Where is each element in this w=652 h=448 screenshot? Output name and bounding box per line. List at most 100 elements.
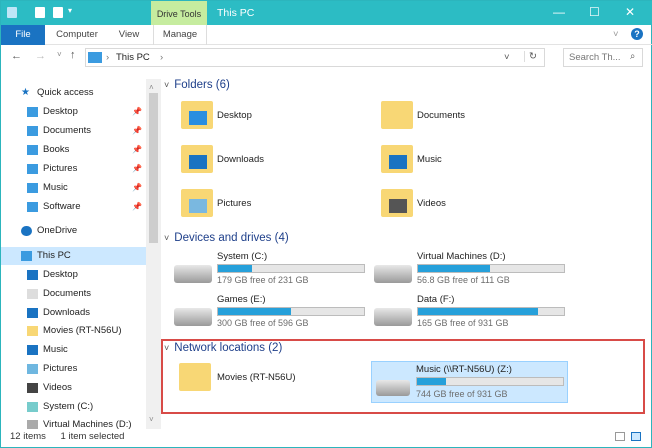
folder-item[interactable]: Downloads <box>181 141 371 181</box>
sidebar-item-quick[interactable]: Documents 📌 <box>1 122 146 140</box>
customize-qat-icon[interactable]: ▾ <box>68 6 72 15</box>
pin-icon[interactable]: 📌 <box>132 198 142 216</box>
drive-usage-bar <box>417 264 565 273</box>
sidebar-item-onedrive[interactable]: OneDrive <box>1 222 146 240</box>
new-folder-icon[interactable] <box>53 7 63 18</box>
hard-drive-icon <box>374 308 412 326</box>
folder-item[interactable]: Pictures <box>181 185 371 225</box>
devices-group-header[interactable]: ˅ Devices and drives (4) <box>164 232 289 248</box>
folders-group-header[interactable]: ˅ Folders (6) <box>164 79 230 95</box>
details-view-icon[interactable] <box>615 432 625 441</box>
drive-item[interactable]: Data (F:) 165 GB free of 931 GB <box>374 294 574 328</box>
sidebar-item-quick[interactable]: Software 📌 <box>1 198 146 216</box>
sidebar-item-label: Virtual Machines (D:) <box>43 419 132 429</box>
close-button[interactable]: ✕ <box>625 5 635 19</box>
item-label: Movies (RT-N56U) <box>217 372 296 383</box>
address-input[interactable]: › This PC › ˅ ↻ <box>85 48 545 67</box>
pin-icon[interactable]: 📌 <box>132 179 142 197</box>
forward-button[interactable]: → <box>35 50 46 62</box>
sidebar-item-label: Software <box>43 201 81 212</box>
tab-file[interactable]: File <box>1 25 45 45</box>
sidebar-item-label: Books <box>43 144 70 155</box>
drive-free-space: 56.8 GB free of 111 GB <box>417 275 510 285</box>
folder-item[interactable]: Documents <box>381 97 571 137</box>
drive-free-space: 165 GB free of 931 GB <box>417 318 509 328</box>
sidebar-item-quick[interactable]: Pictures 📌 <box>1 160 146 178</box>
sidebar-item-pc[interactable]: Videos <box>1 379 146 397</box>
sidebar-item-pc[interactable]: Pictures <box>1 360 146 378</box>
cloud-icon <box>21 226 32 236</box>
network-group-header[interactable]: ˅ Network locations (2) <box>164 342 282 358</box>
maximize-button[interactable]: ☐ <box>589 5 600 19</box>
drive-name: Games (E:) <box>217 294 266 305</box>
sidebar-item-label: Documents <box>43 125 92 136</box>
scrollbar-thumb[interactable] <box>149 93 158 243</box>
sidebar-item-quick[interactable]: Desktop 📌 <box>1 103 146 121</box>
sidebar-item-pc[interactable]: Movies (RT-N56U) <box>1 322 146 340</box>
sidebar-item-label: Pictures <box>43 163 78 174</box>
window-title: This PC <box>217 7 255 19</box>
drive-usage-bar <box>217 307 365 316</box>
large-icons-view-icon[interactable] <box>631 432 641 441</box>
sidebar-item-this-pc[interactable]: This PC <box>1 247 146 265</box>
folder-item[interactable]: Desktop <box>181 97 371 137</box>
network-item-music[interactable]: Music (\\RT-N56U) (Z:) 744 GB free of 93… <box>371 361 568 403</box>
sidebar-item-pc[interactable]: Desktop <box>1 266 146 284</box>
drive-item[interactable]: Virtual Machines (D:) 56.8 GB free of 111… <box>374 251 574 285</box>
recent-locations-button[interactable]: ˅ <box>57 50 62 59</box>
status-bar: 12 items 1 item selected <box>1 429 652 447</box>
ribbon-tabs: File Computer View Manage ˅ ? <box>1 25 652 45</box>
star-icon: ★ <box>21 87 30 98</box>
up-button[interactable]: ↑ <box>70 49 76 61</box>
folder-item[interactable]: Videos <box>381 185 571 225</box>
drive-item[interactable]: System (C:) 179 GB free of 231 GB <box>174 251 374 285</box>
help-icon[interactable]: ? <box>631 28 643 40</box>
pin-icon[interactable]: 📌 <box>132 122 142 140</box>
sidebar-item-pc[interactable]: Documents <box>1 285 146 303</box>
folder-item[interactable]: Music <box>381 141 571 181</box>
sidebar-item-pc[interactable]: Music <box>1 341 146 359</box>
tab-computer[interactable]: Computer <box>51 25 103 45</box>
back-button[interactable]: ← <box>11 50 22 62</box>
selection-count: 1 item selected <box>60 431 125 442</box>
pin-icon[interactable]: 📌 <box>132 160 142 178</box>
search-icon: ⌕ <box>630 51 636 62</box>
sidebar-item-quick-access[interactable]: ★ Quick access <box>1 84 146 102</box>
drive-usage-bar <box>217 264 365 273</box>
network-folder-icon <box>179 363 211 391</box>
folder-icon <box>27 270 38 280</box>
folder-icon <box>27 107 38 117</box>
sidebar-item-pc[interactable]: Virtual Machines (D:) <box>1 416 146 429</box>
tab-manage[interactable]: Manage <box>153 25 207 45</box>
tab-view[interactable]: View <box>111 25 147 45</box>
drive-free-space: 179 GB free of 231 GB <box>217 275 309 285</box>
item-label: Downloads <box>217 154 264 165</box>
drive-item[interactable]: Games (E:) 300 GB free of 596 GB <box>174 294 374 328</box>
sidebar-item-quick[interactable]: Music 📌 <box>1 179 146 197</box>
address-dropdown[interactable]: ˅ <box>504 52 510 63</box>
folder-icon <box>27 288 38 299</box>
network-item-movies[interactable]: Movies (RT-N56U) <box>179 359 369 399</box>
folder-icon <box>27 307 38 318</box>
sidebar-item-quick[interactable]: Books 📌 <box>1 141 146 159</box>
expand-ribbon-icon[interactable]: ˅ <box>613 29 619 40</box>
sidebar-item-label: OneDrive <box>37 225 78 236</box>
drive-free-space: 300 GB free of 596 GB <box>217 318 309 328</box>
refresh-button[interactable]: ↻ <box>524 51 537 62</box>
navigation-scrollbar[interactable]: ˄ ˅ <box>146 79 161 429</box>
hard-drive-icon <box>174 308 212 326</box>
pin-icon[interactable]: 📌 <box>132 103 142 121</box>
sidebar-item-label: Desktop <box>43 269 78 280</box>
this-pc-icon <box>88 52 102 63</box>
sidebar-item-label: Music <box>43 182 68 193</box>
navigation-pane: ★ Quick access OneDrive This PC Desktop 📌 D… <box>1 79 146 429</box>
sidebar-item-pc[interactable]: Downloads <box>1 304 146 322</box>
breadcrumb-this-pc[interactable]: This PC <box>116 52 150 63</box>
search-input[interactable]: Search Th... ⌕ <box>563 48 643 67</box>
pin-icon[interactable]: 📌 <box>132 141 142 159</box>
properties-icon[interactable] <box>35 7 45 18</box>
folder-icon <box>381 189 413 217</box>
minimize-button[interactable]: — <box>553 5 565 19</box>
sidebar-item-pc[interactable]: System (C:) <box>1 398 146 416</box>
hard-drive-icon <box>174 265 212 283</box>
